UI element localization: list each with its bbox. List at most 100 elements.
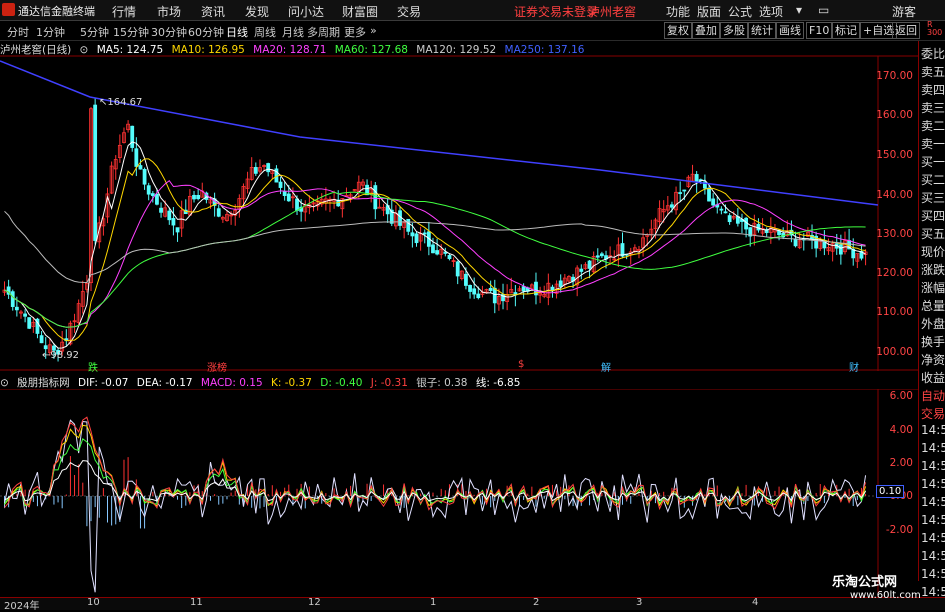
- overlay-button[interactable]: 叠加: [692, 22, 720, 39]
- quote-panel-item[interactable]: 卖四: [921, 81, 945, 98]
- x-tick: 4: [752, 597, 759, 608]
- candle-body: [492, 287, 497, 304]
- quote-panel-item[interactable]: 换手: [921, 333, 945, 350]
- menu-options[interactable]: 选项: [759, 3, 783, 20]
- quote-side-panel: R 300 委比 卖五 卖四 卖三 卖二 卖一 买一 买二 买三 买四 买五 现价 涨跌 涨幅 总量 外盘 换手…: [918, 21, 945, 599]
- quote-panel-item[interactable]: 14:56: [921, 513, 945, 527]
- quote-panel-item[interactable]: 14:56: [921, 531, 945, 545]
- f10-button[interactable]: F10: [806, 22, 833, 39]
- candle-body: [286, 193, 291, 202]
- quote-panel-item[interactable]: 买一: [921, 153, 945, 170]
- kline-chart[interactable]: [0, 41, 918, 371]
- period-1min[interactable]: 1分钟: [36, 24, 65, 40]
- candle-body: [216, 208, 221, 217]
- event-mark[interactable]: 财: [849, 359, 859, 374]
- candle-body: [719, 208, 724, 211]
- candle-body: [192, 194, 196, 200]
- guest-label[interactable]: 游客: [892, 3, 916, 20]
- y-tick: 6.00: [889, 390, 913, 402]
- indicator-value: DIF: -0.07: [78, 377, 129, 389]
- quote-panel-item[interactable]: 卖二: [921, 117, 945, 134]
- candle-body: [10, 291, 15, 307]
- quote-panel-item[interactable]: 14:56: [921, 441, 945, 455]
- quote-panel-item[interactable]: 买三: [921, 189, 945, 206]
- menu-item-news[interactable]: 资讯: [201, 3, 225, 20]
- y-tick: 150.00: [876, 149, 913, 161]
- quote-panel-item[interactable]: 现价: [921, 243, 945, 260]
- quote-panel-item[interactable]: 涨跌: [921, 261, 945, 278]
- period-timeshare[interactable]: 分时: [7, 24, 29, 40]
- menu-item-ask[interactable]: 问小达: [288, 3, 324, 20]
- quote-panel-item[interactable]: 涨幅: [921, 279, 945, 296]
- quote-panel-item[interactable]: 净资: [921, 351, 945, 368]
- quote-panel-item[interactable]: 14:56: [921, 549, 945, 563]
- indicator-value: MACD: 0.15: [200, 377, 263, 389]
- period-30min[interactable]: 30分钟: [151, 24, 187, 40]
- quote-panel-item[interactable]: 委比: [921, 45, 945, 62]
- period-daily[interactable]: 日线: [226, 24, 248, 40]
- candle-body: [476, 293, 481, 299]
- candle-body: [711, 198, 716, 206]
- candle-body: [398, 210, 402, 226]
- draw-button[interactable]: 画线: [776, 22, 804, 39]
- menu-item-trade[interactable]: 交易: [397, 3, 421, 20]
- period-multi[interactable]: 多周期: [307, 24, 340, 40]
- quote-panel-item[interactable]: 14:56: [921, 423, 945, 437]
- minimize-icon[interactable]: ▾: [796, 3, 802, 17]
- event-mark[interactable]: 解: [601, 359, 611, 374]
- period-more[interactable]: 更多: [344, 24, 366, 40]
- menu-item-discover[interactable]: 发现: [245, 3, 269, 20]
- quote-panel-item[interactable]: 14:56: [921, 567, 945, 581]
- white-line: [4, 419, 867, 593]
- event-mark[interactable]: $: [518, 359, 524, 370]
- candle-body: [155, 193, 159, 205]
- quote-panel-item[interactable]: 卖三: [921, 99, 945, 116]
- adjust-button[interactable]: 复权: [664, 22, 692, 39]
- indicator-chart[interactable]: [0, 389, 918, 597]
- period-toolbar: 分时 1分钟 5分钟 15分钟 30分钟 60分钟 日线 周线 月线 多周期 更…: [0, 21, 945, 41]
- candle-body: [472, 288, 477, 295]
- quote-panel-item[interactable]: 买四: [921, 207, 945, 224]
- candle-body: [196, 194, 201, 200]
- menu-item-market[interactable]: 行情: [112, 3, 136, 20]
- indicator-value: DEA: -0.17: [136, 377, 193, 389]
- mark-button[interactable]: 标记: [832, 22, 860, 39]
- chevron-right-icon[interactable]: »: [370, 24, 377, 37]
- menu-formula[interactable]: 公式: [728, 3, 752, 20]
- stats-button[interactable]: 统计: [748, 22, 776, 39]
- quote-panel-item[interactable]: 买五: [921, 225, 945, 242]
- x-axis-bar: 2024年 10 11 12 1 2 3 4: [0, 597, 945, 612]
- candle-body: [694, 174, 699, 183]
- quote-panel-item[interactable]: 收益: [921, 369, 945, 386]
- period-5min[interactable]: 5分钟: [80, 24, 109, 40]
- ma20-line: [4, 179, 866, 328]
- quote-panel-item[interactable]: 14:56: [921, 495, 945, 509]
- quote-panel-item[interactable]: 卖一: [921, 135, 945, 152]
- quote-panel-item[interactable]: 外盘: [921, 315, 945, 332]
- back-button[interactable]: 返回: [892, 22, 920, 39]
- period-weekly[interactable]: 周线: [254, 24, 276, 40]
- event-mark[interactable]: 跌: [88, 359, 98, 374]
- candle-body: [727, 215, 732, 223]
- menu-item-markets[interactable]: 市场: [157, 3, 181, 20]
- quote-panel-item[interactable]: 14:56: [921, 459, 945, 473]
- multistock-button[interactable]: 多股: [720, 22, 748, 39]
- menu-layout[interactable]: 版面: [697, 3, 721, 20]
- quote-panel-item[interactable]: 总量: [921, 297, 945, 314]
- quote-panel-item[interactable]: 自动: [921, 387, 945, 404]
- menu-function[interactable]: 功能: [666, 3, 690, 20]
- period-60min[interactable]: 60分钟: [188, 24, 224, 40]
- quote-panel-item[interactable]: 卖五: [921, 63, 945, 80]
- event-mark[interactable]: 涨榜: [207, 359, 227, 374]
- menu-item-wealth[interactable]: 财富圈: [342, 3, 378, 20]
- login-notice[interactable]: 证券交易未登录: [514, 3, 598, 20]
- x-tick: 11: [190, 597, 203, 608]
- period-monthly[interactable]: 月线: [282, 24, 304, 40]
- collapse-icon[interactable]: ⊙: [0, 377, 9, 389]
- quote-panel-item[interactable]: 14:56: [921, 477, 945, 491]
- period-15min[interactable]: 15分钟: [113, 24, 149, 40]
- quote-panel-item[interactable]: 买二: [921, 171, 945, 188]
- quote-panel-item[interactable]: 交易: [921, 405, 945, 422]
- window-icon[interactable]: ▭: [818, 3, 829, 17]
- candle-body: [278, 181, 283, 188]
